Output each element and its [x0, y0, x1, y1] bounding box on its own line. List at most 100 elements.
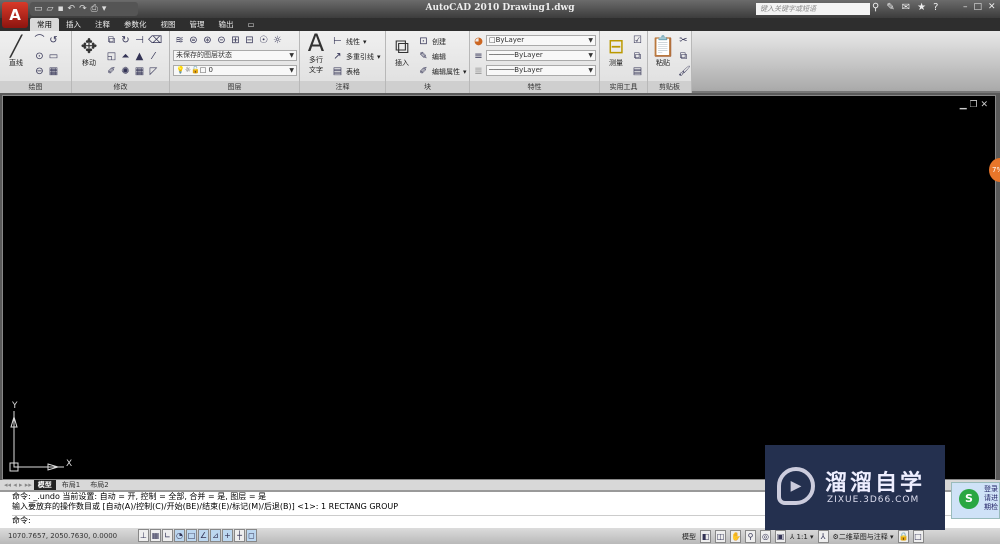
- explode-icon[interactable]: ✺: [120, 66, 131, 77]
- layer-state-dropdown[interactable]: 未保存的图层状态 ▼: [173, 50, 297, 61]
- color-dropdown[interactable]: □ByLayer ▼: [486, 35, 596, 46]
- hatch-icon[interactable]: ▦: [48, 66, 59, 77]
- properties-panel-label[interactable]: 特性: [470, 81, 599, 93]
- mirror-icon[interactable]: ▲: [134, 51, 145, 62]
- help-icon[interactable]: ?: [933, 2, 938, 13]
- layer-off-icon[interactable]: ☉: [258, 35, 269, 46]
- layer-dropdown[interactable]: 💡☼🔓□ 0 ▼: [173, 65, 297, 76]
- lwt-toggle[interactable]: ┼: [234, 529, 245, 542]
- qp-toggle[interactable]: ◻: [246, 529, 257, 542]
- mtext-button[interactable]: A 多行 文字: [304, 31, 328, 75]
- table-button[interactable]: ▤ 表格: [332, 66, 360, 77]
- lineweight-dropdown[interactable]: ──────ByLayer ▼: [486, 65, 596, 76]
- tab-home[interactable]: 常用: [30, 18, 59, 31]
- cut-icon[interactable]: ✂: [678, 35, 689, 46]
- rotate-icon[interactable]: ↻: [120, 35, 131, 46]
- communication-icon[interactable]: ✉: [902, 2, 910, 13]
- edit-attr-button[interactable]: ✐ 编辑属性 ▾: [418, 66, 466, 77]
- polar-toggle[interactable]: ◔: [174, 529, 185, 542]
- measure-button[interactable]: ⊟ 测量: [603, 34, 629, 68]
- create-block-button[interactable]: ⊡ 创建: [418, 36, 446, 47]
- layer-state-icon[interactable]: ⊜: [188, 35, 199, 46]
- ortho-toggle[interactable]: ∟: [162, 529, 173, 542]
- layer-uniso-icon[interactable]: ⊟: [244, 35, 255, 46]
- ducs-toggle[interactable]: ⊿: [210, 529, 221, 542]
- utilities-panel-label[interactable]: 实用工具: [600, 81, 647, 93]
- annotation-panel-label[interactable]: 注释: [300, 81, 385, 93]
- maximize-icon[interactable]: □: [974, 2, 983, 12]
- calculator-icon[interactable]: ▤: [632, 66, 643, 77]
- fillet-icon[interactable]: ✐: [106, 66, 117, 77]
- snap-toggle[interactable]: ⊥: [138, 529, 149, 542]
- binoculars-icon[interactable]: ⚲: [872, 2, 879, 13]
- tab-output[interactable]: 输出: [212, 18, 241, 31]
- zoom-icon[interactable]: ⚲: [745, 530, 756, 543]
- tab-parametric[interactable]: 参数化: [117, 18, 154, 31]
- tab-model[interactable]: 模型: [33, 480, 56, 490]
- layer-match-icon[interactable]: ⊛: [202, 35, 213, 46]
- modify-panel-label[interactable]: 修改: [72, 81, 169, 93]
- wrench-icon[interactable]: ✎: [886, 2, 894, 13]
- circle-icon[interactable]: ⊙: [34, 51, 45, 62]
- layer-prev-icon[interactable]: ⊝: [216, 35, 227, 46]
- tab-annotate[interactable]: 注释: [88, 18, 117, 31]
- ribbon-minimize-icon[interactable]: ▭: [241, 18, 262, 31]
- undo-arc-icon[interactable]: ↺: [48, 35, 59, 46]
- draw-panel-label[interactable]: 绘图: [0, 81, 71, 93]
- move-button[interactable]: ✥ 移动: [76, 34, 102, 68]
- tab-insert[interactable]: 插入: [59, 18, 88, 31]
- trim-icon[interactable]: ⊣: [134, 35, 145, 46]
- tab-layout1[interactable]: 布局1: [58, 480, 84, 490]
- match-properties-icon[interactable]: 🖌: [678, 66, 691, 77]
- layer-properties-icon[interactable]: ≋: [174, 35, 185, 46]
- tab-view[interactable]: 视图: [154, 18, 183, 31]
- otrack-toggle[interactable]: ∠: [198, 529, 209, 542]
- dyn-toggle[interactable]: +: [222, 529, 233, 542]
- tab-manage[interactable]: 管理: [183, 18, 212, 31]
- steering-wheel-icon[interactable]: ◎: [760, 530, 771, 543]
- chamfer-icon[interactable]: ◸: [148, 66, 159, 77]
- grid-toggle[interactable]: ▦: [150, 529, 161, 542]
- layer-on-icon[interactable]: ☼: [272, 35, 283, 46]
- erase-icon[interactable]: ⌫: [148, 35, 162, 46]
- line-button[interactable]: ╱ 直线: [4, 34, 28, 68]
- clipboard-panel-label[interactable]: 剪贴板: [648, 81, 691, 93]
- clean-screen-icon[interactable]: □: [912, 530, 924, 543]
- application-menu-button[interactable]: A: [2, 2, 28, 28]
- insert-block-button[interactable]: ⧉ 插入: [390, 34, 414, 68]
- star-icon[interactable]: ★: [917, 2, 926, 13]
- lock-icon[interactable]: 🔒: [897, 530, 909, 543]
- break-icon[interactable]: ⁄: [148, 51, 159, 62]
- close-icon[interactable]: ✕: [988, 2, 996, 12]
- polyline-icon[interactable]: ⌒: [34, 35, 45, 46]
- copy-icon[interactable]: ⧉: [106, 35, 117, 46]
- layouts-icon[interactable]: ◫: [715, 530, 726, 543]
- close-icon[interactable]: ✕: [980, 100, 988, 110]
- layer-iso-icon[interactable]: ⊞: [230, 35, 241, 46]
- annotation-scale[interactable]: ⅄ 1:1 ▾: [790, 533, 814, 541]
- tab-nav-icons[interactable]: ◂◂ ◂ ▸ ▸▸: [4, 481, 32, 489]
- quick-select-icon[interactable]: ☑: [632, 35, 643, 46]
- edit-block-button[interactable]: ✎ 编辑: [418, 51, 446, 62]
- stretch-icon[interactable]: ⏶: [120, 51, 131, 62]
- annotation-visibility-icon[interactable]: ⅄: [817, 530, 829, 543]
- showmotion-icon[interactable]: ▣: [775, 530, 786, 543]
- select-similar-icon[interactable]: ⧉: [632, 51, 643, 62]
- paste-button[interactable]: 📋 粘贴: [650, 34, 676, 68]
- drawing-canvas[interactable]: [2, 95, 996, 480]
- layers-panel-label[interactable]: 图层: [170, 81, 299, 93]
- rectangle-icon[interactable]: ▭: [48, 51, 59, 62]
- minimize-icon[interactable]: –: [963, 2, 968, 12]
- minimize-icon[interactable]: ▁: [960, 100, 967, 110]
- layout-icon[interactable]: ◧: [700, 530, 711, 543]
- model-button[interactable]: 模型: [682, 532, 696, 542]
- scale-icon[interactable]: ◱: [106, 51, 117, 62]
- osnap-toggle[interactable]: □: [186, 529, 197, 542]
- linear-dim-button[interactable]: ⊢ 线性 ▾: [332, 36, 366, 47]
- search-input[interactable]: 键入关键字或短语: [756, 3, 870, 15]
- ellipse-icon[interactable]: ⊖: [34, 66, 45, 77]
- tab-layout2[interactable]: 布局2: [86, 480, 112, 490]
- security-popup[interactable]: S 登录 请进 期检: [951, 482, 1000, 519]
- mleader-button[interactable]: ↗ 多重引线 ▾: [332, 51, 380, 62]
- restore-icon[interactable]: ❐: [970, 100, 978, 110]
